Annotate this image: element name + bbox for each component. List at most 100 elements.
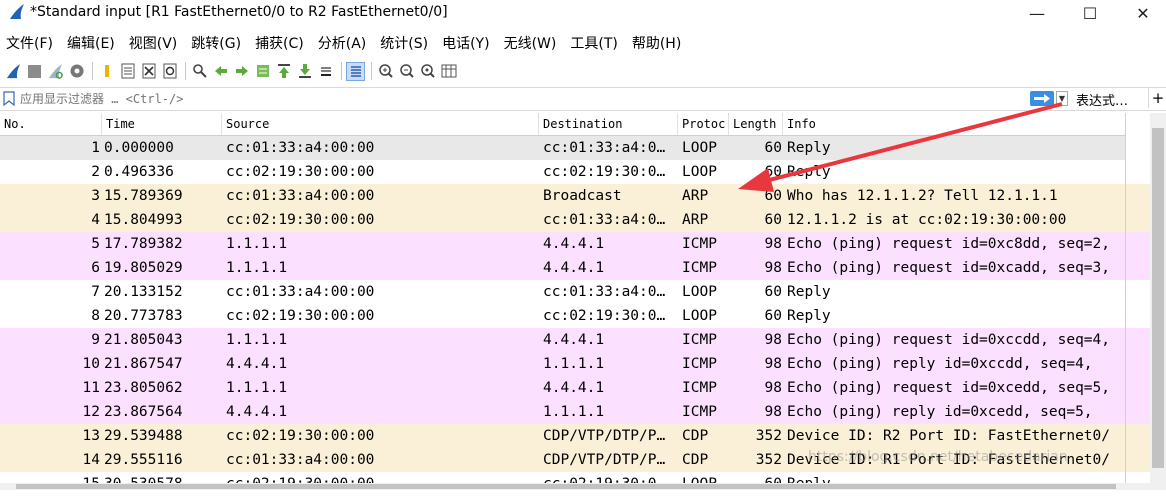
open-folder-icon[interactable] bbox=[97, 62, 116, 81]
table-row[interactable]: 2 0.496336 cc:02:19:30:00:00 cc:02:19:30:0…… bbox=[0, 160, 1125, 184]
bookmark-icon[interactable] bbox=[3, 91, 15, 106]
last-packet-icon[interactable] bbox=[295, 62, 314, 81]
packet-time: 29.539488 bbox=[104, 428, 183, 444]
zoom-in-icon[interactable] bbox=[376, 62, 395, 81]
table-row[interactable]: 9 21.805043 1.1.1.1 4.4.4.1 ICMP 98 Echo (ping… bbox=[0, 328, 1125, 352]
shark-fin-start-icon[interactable] bbox=[4, 62, 23, 81]
packet-number: 13 bbox=[82, 428, 100, 444]
menu-wireless[interactable]: 无线(W) bbox=[498, 33, 565, 55]
packet-length: 352 bbox=[755, 452, 782, 468]
expression-button[interactable]: 表达式… bbox=[1076, 90, 1128, 109]
packet-destination: cc:01:33:a4:0… bbox=[543, 284, 666, 300]
zoom-out-icon[interactable] bbox=[397, 62, 416, 81]
watermark-text: https://blog.csdn.net/hetabecedarian bbox=[808, 449, 1068, 465]
table-row[interactable]: 8 20.773783 cc:02:19:30:00:00 cc:02:19:30:0… bbox=[0, 304, 1125, 328]
menu-help[interactable]: 帮助(H) bbox=[626, 33, 689, 55]
stop-icon[interactable] bbox=[25, 62, 44, 81]
packet-info: Reply bbox=[787, 472, 1125, 483]
menu-go[interactable]: 跳转(G) bbox=[185, 33, 249, 55]
autoscroll-icon[interactable] bbox=[316, 62, 335, 81]
packet-time: 30.530578 bbox=[104, 472, 222, 483]
column-header-destination[interactable]: Destination bbox=[539, 113, 678, 135]
column-header-length[interactable]: Length bbox=[729, 113, 783, 135]
vertical-scrollbar-thumb[interactable] bbox=[1152, 128, 1164, 468]
minimap-segment bbox=[1126, 424, 1151, 448]
menu-statistics[interactable]: 统计(S) bbox=[374, 33, 436, 55]
minimap-segment bbox=[1126, 256, 1151, 280]
restart-icon[interactable] bbox=[46, 62, 65, 81]
packet-list[interactable]: No. Time Source Destination Protoc Lengt… bbox=[0, 113, 1125, 483]
packet-protocol: ARP bbox=[682, 188, 709, 204]
menu-view[interactable]: 视图(V) bbox=[123, 33, 186, 55]
go-to-packet-icon[interactable] bbox=[253, 62, 272, 81]
go-forward-icon[interactable] bbox=[232, 62, 251, 81]
packet-time: 29.555116 bbox=[104, 452, 183, 468]
minimap-segment bbox=[1126, 304, 1151, 328]
table-row[interactable]: 5 17.789382 1.1.1.1 4.4.4.1 ICMP 98 Echo (ping… bbox=[0, 232, 1125, 256]
minimize-button[interactable]: — bbox=[1014, 0, 1060, 26]
menu-analyze[interactable]: 分析(A) bbox=[312, 33, 375, 55]
packet-time: 17.789382 bbox=[104, 236, 183, 252]
table-row[interactable]: 11 23.805062 1.1.1.1 4.4.4.1 ICMP 98 Echo (pin… bbox=[0, 376, 1125, 400]
packet-length: 60 bbox=[736, 472, 782, 483]
packet-time: 0.000000 bbox=[104, 140, 174, 156]
packet-number: 7 bbox=[91, 284, 100, 300]
apply-filter-arrow-icon[interactable] bbox=[1030, 91, 1054, 106]
packet-source: cc:01:33:a4:00:00 bbox=[226, 452, 375, 468]
resize-columns-icon[interactable] bbox=[439, 62, 458, 81]
display-filter-input[interactable] bbox=[20, 89, 1020, 108]
filter-history-dropdown[interactable]: ▼ bbox=[1056, 91, 1068, 106]
packet-time: 23.805062 bbox=[104, 380, 183, 396]
minimap-segment bbox=[1126, 232, 1151, 256]
packet-minimap[interactable] bbox=[1125, 113, 1151, 496]
packet-time: 19.805029 bbox=[104, 260, 183, 276]
column-header-no[interactable]: No. bbox=[0, 113, 102, 135]
table-row[interactable]: 12 23.867564 4.4.4.1 1.1.1.1 ICMP 98 Echo (pin… bbox=[0, 400, 1125, 424]
menu-tools[interactable]: 工具(T) bbox=[564, 33, 625, 55]
save-file-icon[interactable] bbox=[118, 62, 137, 81]
packet-info: Device ID: R2 Port ID: FastEthernet0/ bbox=[787, 428, 1111, 444]
minimap-segment bbox=[1126, 136, 1151, 160]
table-row[interactable]: 6 19.805029 1.1.1.1 4.4.4.1 ICMP 98 Echo (ping… bbox=[0, 256, 1125, 280]
packet-protocol: LOOP bbox=[682, 308, 717, 324]
close-file-icon[interactable] bbox=[139, 62, 158, 81]
menu-file[interactable]: 文件(F) bbox=[0, 33, 61, 55]
packet-number: 8 bbox=[91, 308, 100, 324]
table-row[interactable]: 15 30.530578 cc:02:19:30:00:00 cc:02:19:30:… bbox=[0, 472, 1125, 483]
column-header-protocol[interactable]: Protoc bbox=[678, 113, 729, 135]
packet-number: 1 bbox=[91, 140, 100, 156]
packet-source: 4.4.4.1 bbox=[226, 356, 288, 372]
close-button[interactable]: ✕ bbox=[1120, 0, 1166, 26]
packet-length: 98 bbox=[764, 404, 782, 420]
horizontal-scrollbar-thumb[interactable] bbox=[16, 484, 1116, 489]
wireshark-fin-icon bbox=[10, 4, 24, 19]
table-row[interactable]: 13 29.539488 cc:02:19:30:00:00 CDP/VTP/DTP/… bbox=[0, 424, 1125, 448]
menu-edit[interactable]: 编辑(E) bbox=[61, 33, 123, 55]
table-row[interactable]: 10 21.867547 4.4.4.1 1.1.1.1 ICMP 98 Echo (pin… bbox=[0, 352, 1125, 376]
packet-source: cc:02:19:30:00:00 bbox=[226, 164, 375, 180]
column-header-source[interactable]: Source bbox=[222, 113, 539, 135]
packet-number: 9 bbox=[91, 332, 100, 348]
menu-telephony[interactable]: 电话(Y) bbox=[436, 33, 497, 55]
add-filter-button[interactable]: + bbox=[1148, 88, 1166, 108]
table-row[interactable]: 1 0.000000 cc:01:33:a4:00:00 cc:01:33:a4:0…… bbox=[0, 136, 1125, 160]
reload-icon[interactable] bbox=[160, 62, 179, 81]
column-header-info[interactable]: Info bbox=[783, 113, 1125, 135]
go-back-icon[interactable] bbox=[211, 62, 230, 81]
menu-capture[interactable]: 捕获(C) bbox=[249, 33, 312, 55]
maximize-button[interactable]: ☐ bbox=[1067, 0, 1113, 26]
first-packet-icon[interactable] bbox=[274, 62, 293, 81]
find-icon[interactable] bbox=[190, 62, 209, 81]
column-header-time[interactable]: Time bbox=[102, 113, 222, 135]
colorize-icon[interactable] bbox=[346, 61, 365, 81]
table-row[interactable]: 4 15.804993 cc:02:19:30:00:00 cc:01:33:a4:0… bbox=[0, 208, 1125, 232]
toolbar-separator bbox=[92, 62, 93, 80]
menu-bar: 文件(F) 编辑(E) 视图(V) 跳转(G) 捕获(C) 分析(A) 统计(S… bbox=[0, 33, 689, 55]
packet-source: cc:01:33:a4:00:00 bbox=[226, 140, 375, 156]
table-row[interactable]: 7 20.133152 cc:01:33:a4:00:00 cc:01:33:a4:0… bbox=[0, 280, 1125, 304]
packet-length: 98 bbox=[764, 380, 782, 396]
zoom-reset-icon[interactable] bbox=[418, 62, 437, 81]
options-gear-icon[interactable] bbox=[67, 62, 86, 81]
packet-number: 14 bbox=[82, 452, 100, 468]
table-row[interactable]: 3 15.789369 cc:01:33:a4:00:00 Broadcast ARP 6… bbox=[0, 184, 1125, 208]
